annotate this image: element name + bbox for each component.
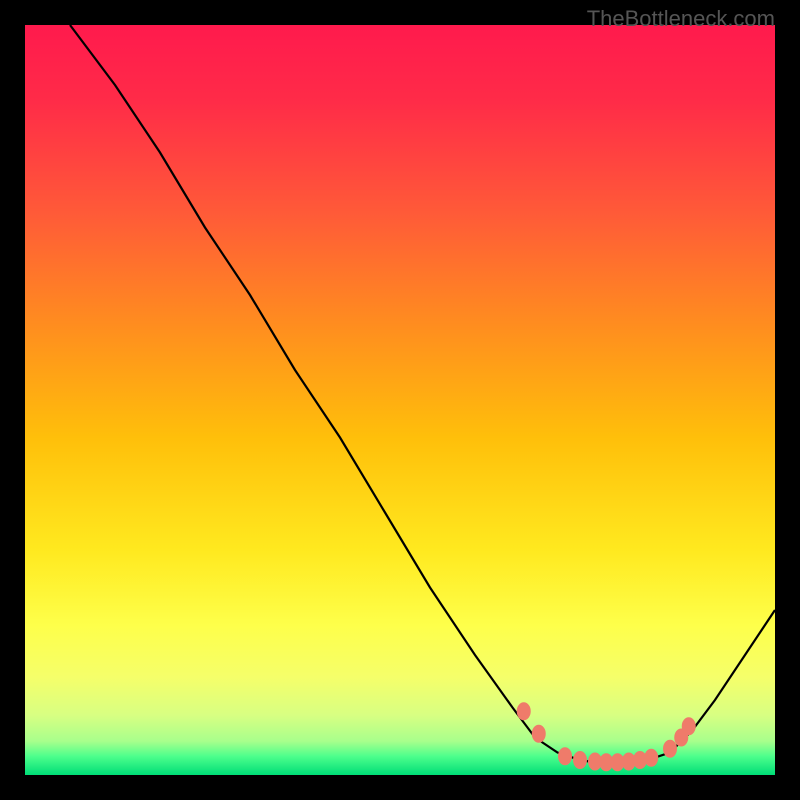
chart-container: TheBottleneck.com — [0, 0, 800, 800]
data-dot — [682, 717, 696, 735]
data-dot — [644, 749, 658, 767]
watermark-text: TheBottleneck.com — [587, 6, 775, 32]
data-dot — [532, 725, 546, 743]
data-dot — [663, 740, 677, 758]
data-dot — [517, 702, 531, 720]
chart-svg — [25, 25, 775, 775]
data-dot — [573, 751, 587, 769]
data-dot — [558, 747, 572, 765]
plot-area — [25, 25, 775, 775]
gradient-background — [25, 25, 775, 775]
